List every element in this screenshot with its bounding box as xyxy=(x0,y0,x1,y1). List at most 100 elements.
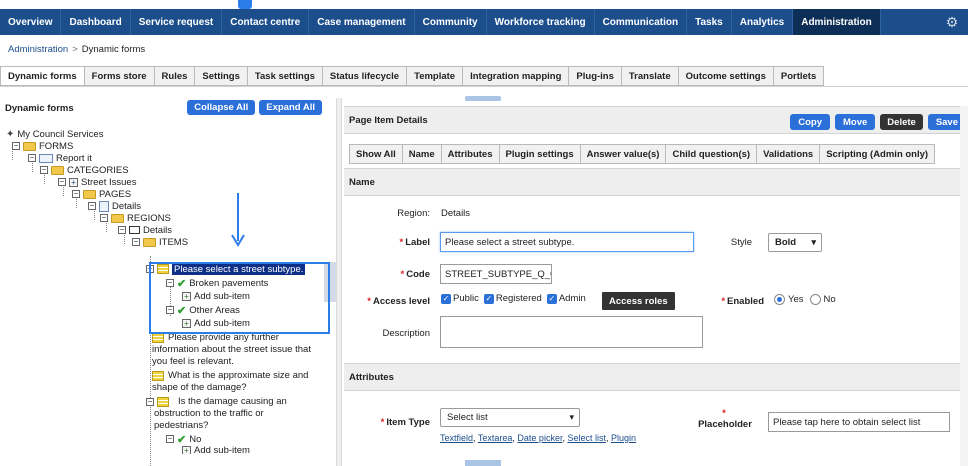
tab-attributes[interactable]: Attributes xyxy=(441,144,500,164)
tree-node-forms[interactable]: − FORMS xyxy=(12,140,73,152)
public-checkbox[interactable]: ✓ Public xyxy=(441,293,479,304)
collapse-toggle-icon[interactable]: − xyxy=(100,214,108,222)
tree-node-add-sub-item[interactable]: + Add sub-item xyxy=(182,446,250,454)
tree-node-items[interactable]: − ITEMS xyxy=(132,236,188,248)
tree-node-report-it[interactable]: − Report it xyxy=(28,152,92,164)
access-roles-button[interactable]: Access roles xyxy=(602,292,675,310)
tree-node-label: ITEMS xyxy=(159,236,189,248)
description-label: Description xyxy=(382,328,430,339)
folder-icon xyxy=(111,213,124,223)
tab-scripting[interactable]: Scripting (Admin only) xyxy=(820,144,936,164)
tab-plugin-settings[interactable]: Plugin settings xyxy=(499,144,581,164)
tab-name[interactable]: Name xyxy=(402,144,442,164)
label-input[interactable]: Please select a street subtype. xyxy=(440,232,694,252)
tree-node-root[interactable]: ✦ My Council Services xyxy=(6,128,103,140)
link-textarea[interactable]: Textarea xyxy=(478,433,513,443)
nav-community[interactable]: Community xyxy=(415,9,487,35)
tab-child-questions[interactable]: Child question(s) xyxy=(666,144,758,164)
tree-node-details-page[interactable]: − Details xyxy=(88,200,141,212)
nav-case-management[interactable]: Case management xyxy=(309,9,415,35)
tree-node-details-region[interactable]: − Details xyxy=(118,224,172,236)
collapse-toggle-icon[interactable]: − xyxy=(12,142,20,150)
collapse-toggle-icon[interactable]: − xyxy=(72,190,80,198)
expand-all-button[interactable]: Expand All xyxy=(259,100,322,115)
nav-administration[interactable]: Administration xyxy=(793,9,881,35)
tab-show-all[interactable]: Show All xyxy=(349,144,403,164)
details-scrollbar[interactable] xyxy=(960,106,968,466)
enabled-no-radio[interactable] xyxy=(809,294,821,305)
region-label: Region: xyxy=(397,208,430,219)
nav-service-request[interactable]: Service request xyxy=(131,9,223,35)
collapse-toggle-icon[interactable]: − xyxy=(118,226,126,234)
tree-node-street-issues[interactable]: − + Street Issues xyxy=(58,176,136,188)
main-nav: Overview Dashboard Service request Conta… xyxy=(0,9,968,35)
panel-splitter[interactable] xyxy=(336,98,342,466)
code-input[interactable]: STREET_SUBTYPE_Q_GB_ xyxy=(440,264,552,284)
subtab-forms-store[interactable]: Forms store xyxy=(84,66,155,86)
tree-node-obstruction[interactable]: Is the damage causing an obstruction to … xyxy=(154,396,304,432)
page-item-details-panel: Page Item Details Copy Move Delete Save … xyxy=(344,106,968,466)
collapse-toggle-icon[interactable]: − xyxy=(28,154,36,162)
subtab-task-settings[interactable]: Task settings xyxy=(247,66,323,86)
link-date-picker[interactable]: Date picker xyxy=(517,433,562,443)
radio-label: No xyxy=(823,294,836,305)
style-select[interactable]: Bold ▾ xyxy=(768,233,822,252)
collapse-all-button[interactable]: Collapse All xyxy=(187,100,256,115)
subtab-plug-ins[interactable]: Plug-ins xyxy=(569,66,622,86)
tree-node-no[interactable]: − ✔ No xyxy=(166,433,201,446)
nav-tasks[interactable]: Tasks xyxy=(687,9,732,35)
link-select-list[interactable]: Select list xyxy=(567,433,606,443)
services-icon: ✦ xyxy=(6,128,15,140)
tree-node-regions[interactable]: − REGIONS xyxy=(100,212,171,224)
gear-icon[interactable]: ⚙ xyxy=(944,14,960,30)
admin-subtabs: Dynamic forms Forms store Rules Settings… xyxy=(0,66,825,86)
subtab-dynamic-forms[interactable]: Dynamic forms xyxy=(0,66,85,86)
subtab-integration-mapping[interactable]: Integration mapping xyxy=(463,66,570,86)
nav-overview[interactable]: Overview xyxy=(0,9,62,35)
nav-analytics[interactable]: Analytics xyxy=(732,9,794,35)
radio-label: Yes xyxy=(788,294,804,305)
subtab-outcome-settings[interactable]: Outcome settings xyxy=(678,66,774,86)
description-textarea[interactable] xyxy=(440,316,703,348)
link-textfield[interactable]: Textfield xyxy=(440,433,473,443)
tree-node-label: CATEGORIES xyxy=(67,164,129,176)
delete-button[interactable]: Delete xyxy=(880,114,923,130)
nav-communication[interactable]: Communication xyxy=(595,9,688,35)
tree-node-size-shape[interactable]: What is the approximate size and shape o… xyxy=(152,370,320,394)
tree-node-pages[interactable]: − PAGES xyxy=(72,188,131,200)
registered-checkbox[interactable]: ✓ Registered xyxy=(483,293,542,304)
subtab-status-lifecycle[interactable]: Status lifecycle xyxy=(322,66,408,86)
nav-dashboard[interactable]: Dashboard xyxy=(61,9,131,35)
tab-answer-values[interactable]: Answer value(s) xyxy=(580,144,667,164)
placeholder-input[interactable]: Please tap here to obtain select list xyxy=(768,412,950,432)
link-plugin[interactable]: Plugin xyxy=(611,433,636,443)
move-button[interactable]: Move xyxy=(835,114,876,130)
collapse-toggle-icon[interactable]: − xyxy=(132,238,140,246)
checkbox-checked-icon: ✓ xyxy=(546,293,557,304)
item-type-select[interactable]: Select list ▾ xyxy=(440,408,580,427)
collapse-toggle-icon[interactable]: − xyxy=(146,398,154,406)
nav-contact-centre[interactable]: Contact centre xyxy=(222,9,310,35)
tree-node-label: My Council Services xyxy=(17,128,104,140)
tree-node-categories[interactable]: − CATEGORIES xyxy=(40,164,129,176)
admin-checkbox[interactable]: ✓ Admin xyxy=(546,293,586,304)
subtab-portlets[interactable]: Portlets xyxy=(773,66,825,86)
tab-validations[interactable]: Validations xyxy=(757,144,821,164)
nav-workforce-tracking[interactable]: Workforce tracking xyxy=(487,9,595,35)
item-type-text: Item Type xyxy=(386,417,430,428)
tree-node-further-info[interactable]: Please provide any further information a… xyxy=(152,332,322,368)
tree-title: Dynamic forms xyxy=(5,102,74,114)
subtab-template[interactable]: Template xyxy=(407,66,464,86)
checkbox-label: Registered xyxy=(495,293,542,304)
collapse-toggle-icon[interactable]: − xyxy=(88,202,96,210)
collapse-toggle-icon[interactable]: − xyxy=(58,178,66,186)
subtab-translate[interactable]: Translate xyxy=(621,66,679,86)
collapse-toggle-icon[interactable]: − xyxy=(40,166,48,174)
copy-button[interactable]: Copy xyxy=(790,114,830,130)
splitter-handle[interactable] xyxy=(465,96,501,101)
subtab-rules[interactable]: Rules xyxy=(154,66,196,86)
enabled-yes-radio[interactable] xyxy=(774,294,785,305)
breadcrumb-administration[interactable]: Administration xyxy=(8,44,68,55)
collapse-toggle-icon[interactable]: − xyxy=(166,435,174,443)
subtab-settings[interactable]: Settings xyxy=(195,66,248,86)
